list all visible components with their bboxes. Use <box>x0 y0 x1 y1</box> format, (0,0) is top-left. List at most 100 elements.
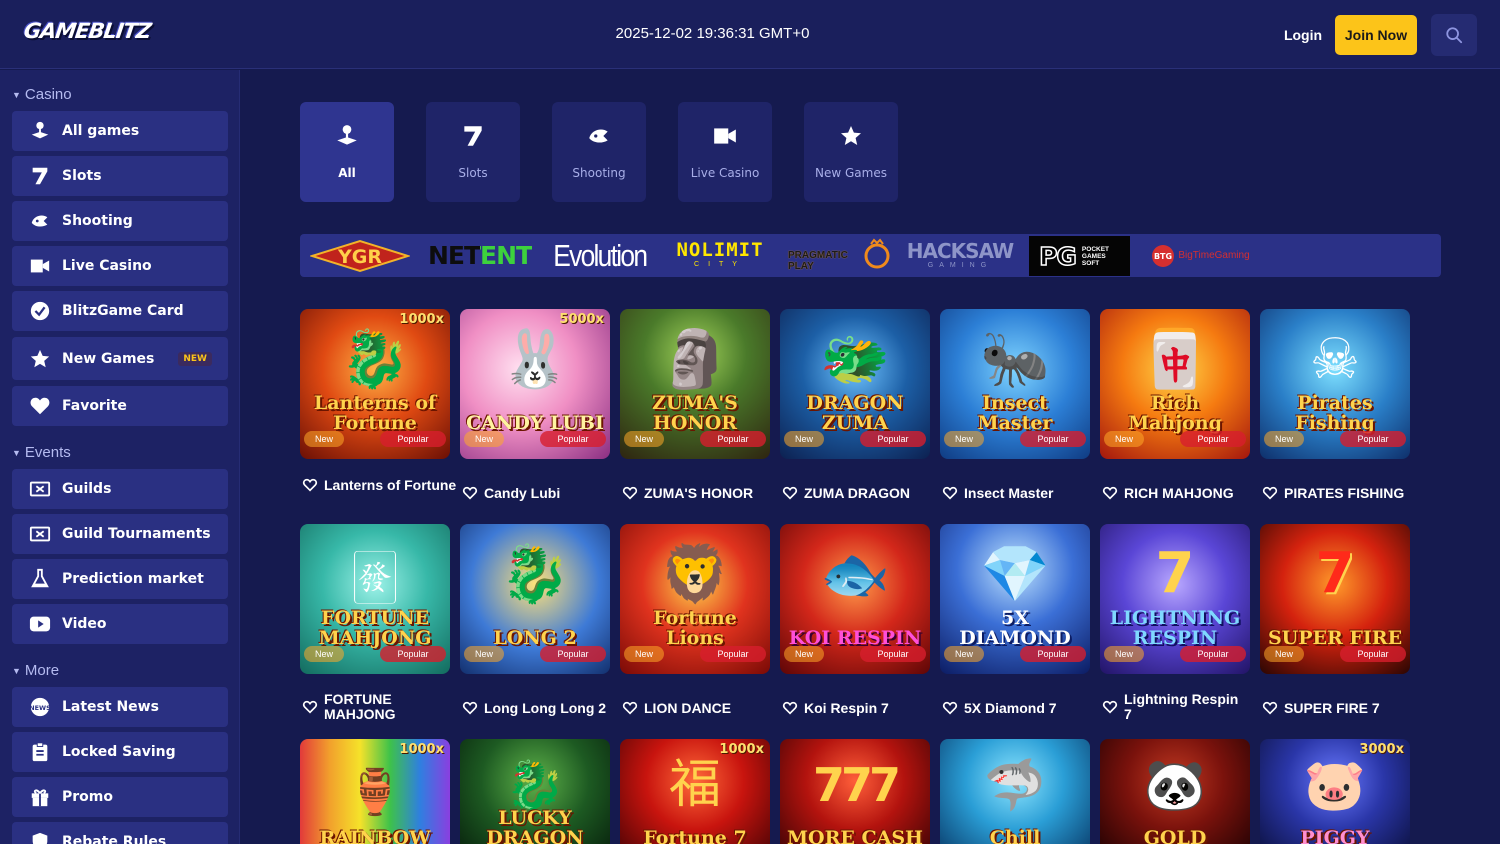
joystick-icon <box>333 122 361 150</box>
gift-icon <box>28 785 52 809</box>
favorite-heart-icon[interactable] <box>622 700 638 716</box>
game-name-super-fire-7: SUPER FIRE 7 <box>1262 700 1417 716</box>
sidebar-item-locked-saving[interactable]: Locked Saving <box>12 732 228 772</box>
lucky-seven-art: 7 <box>1155 541 1195 606</box>
game-thumb-more-cash[interactable]: 777 MORE CASH <box>780 739 930 844</box>
game-thumb-chill[interactable]: 🦈 Chill <box>940 739 1090 844</box>
triple-seven-art: 777 <box>812 758 901 812</box>
provider-evolution[interactable]: Evolution <box>548 238 652 273</box>
provider-pg-soft[interactable]: PG POCKET GAMES SOFT <box>1029 236 1130 276</box>
ygr-logo: YGR <box>310 239 410 272</box>
game-name-koi-respin-7: Koi Respin 7 <box>782 700 937 716</box>
favorite-heart-icon[interactable] <box>1262 485 1278 501</box>
game-name-lightning-respin-7: Lightning Respin 7 <box>1102 692 1257 722</box>
section-casino[interactable]: ▼ Casino <box>12 86 72 103</box>
game-thumb-gold-panda[interactable]: 🐼 GOLD <box>1100 739 1250 844</box>
play-icon <box>28 612 52 636</box>
favorite-heart-icon[interactable] <box>302 699 318 715</box>
tab-slots[interactable]: Slots <box>426 102 520 202</box>
sidebar-item-favorite[interactable]: Favorite <box>12 386 228 426</box>
star-icon <box>837 122 865 150</box>
search-button[interactable] <box>1431 14 1477 56</box>
ticket-icon <box>28 477 52 501</box>
game-thumb-koi-respin-7[interactable]: 🐟 KOI RESPIN New Popular <box>780 524 930 674</box>
sidebar-item-rebate-rules[interactable]: Rebate Rules <box>12 822 228 844</box>
favorite-heart-icon[interactable] <box>782 485 798 501</box>
favorite-heart-icon[interactable] <box>462 700 478 716</box>
join-now-button[interactable]: Join Now <box>1335 15 1417 55</box>
section-events[interactable]: ▼ Events <box>12 444 71 461</box>
provider-ygr[interactable]: YGR <box>310 238 410 273</box>
svg-text:BTG: BTG <box>1154 252 1172 261</box>
provider-nolimit-city[interactable]: NOLIMIT CITY <box>670 238 770 273</box>
favorite-heart-icon[interactable] <box>302 477 318 493</box>
favorite-heart-icon[interactable] <box>462 485 478 501</box>
caret-down-icon: ▼ <box>12 89 21 100</box>
sidebar-item-all-games[interactable]: All games <box>12 111 228 151</box>
provider-hacksaw[interactable]: HACKSAW GAMING <box>907 238 1014 273</box>
game-thumb-lanterns-of-fortune[interactable]: 🐉 1000x Lanterns of Fortune New Popular <box>300 309 450 459</box>
game-thumb-rich-mahjong[interactable]: 🀄 Rich Mahjong New Popular <box>1100 309 1250 459</box>
tab-live-casino[interactable]: Live Casino <box>678 102 772 202</box>
sidebar-item-promo[interactable]: Promo <box>12 777 228 817</box>
game-thumb-zuma-dragon[interactable]: 🐲 DRAGON ZUMA New Popular <box>780 309 930 459</box>
pirate-skull-art: ☠ <box>1309 327 1361 390</box>
favorite-heart-icon[interactable] <box>942 700 958 716</box>
bunny-art: 🐰 <box>500 327 570 390</box>
game-thumb-zumas-honor[interactable]: 🗿 ZUMA'S HONOR New Popular <box>620 309 770 459</box>
sidebar-item-live-casino[interactable]: Live Casino <box>12 246 228 286</box>
login-button[interactable]: Login <box>1276 22 1330 48</box>
tab-shooting[interactable]: Shooting <box>552 102 646 202</box>
fu-character-art: 福 <box>668 755 721 815</box>
fish-icon <box>28 209 52 233</box>
favorite-heart-icon[interactable] <box>1102 485 1118 501</box>
caret-down-icon: ▼ <box>12 665 21 676</box>
game-thumb-lion-dance[interactable]: 🦁 Fortune Lions New Popular <box>620 524 770 674</box>
tab-all[interactable]: All <box>300 102 394 202</box>
svg-text:NEWS: NEWS <box>29 704 51 712</box>
game-thumb-pirates-fishing[interactable]: ☠ Pirates Fishing New Popular <box>1260 309 1410 459</box>
provider-pragmatic-play[interactable]: PRAGMATIC PLAY <box>788 238 893 273</box>
game-thumb-lightning-respin-7[interactable]: 7 LIGHTNING RESPIN New Popular <box>1100 524 1250 674</box>
favorite-heart-icon[interactable] <box>622 485 638 501</box>
mahjong-tile-art: 🀄 <box>1140 327 1210 390</box>
favorite-heart-icon[interactable] <box>1102 699 1118 715</box>
shield-icon <box>28 830 52 844</box>
game-thumb-5x-diamond-7[interactable]: 💎 5X DIAMOND New Popular <box>940 524 1090 674</box>
sidebar-item-new-games[interactable]: New Games NEW <box>12 337 228 380</box>
game-thumb-piggy[interactable]: 🐷 3000x PIGGY <box>1260 739 1410 844</box>
game-thumb-fortune-7[interactable]: 福 1000x Fortune 7 <box>620 739 770 844</box>
new-badge: NEW <box>178 351 212 366</box>
game-thumb-fortune-mahjong[interactable]: 🀅 FORTUNE MAHJONG New Popular <box>300 524 450 674</box>
favorite-heart-icon[interactable] <box>782 700 798 716</box>
provider-big-time-gaming[interactable]: BTG BigTimeGaming <box>1150 238 1250 273</box>
sidebar-item-shooting[interactable]: Shooting <box>12 201 228 241</box>
section-more[interactable]: ▼ More <box>12 662 59 679</box>
game-name-zumas-honor: ZUMA'S HONOR <box>622 485 777 501</box>
sidebar-item-slots[interactable]: Slots <box>12 156 228 196</box>
favorite-heart-icon[interactable] <box>942 485 958 501</box>
favorite-heart-icon[interactable] <box>1262 700 1278 716</box>
sidebar-item-prediction-market[interactable]: Prediction market <box>12 559 228 599</box>
blue-dragon-art: 🐲 <box>820 327 890 390</box>
sidebar-item-guilds[interactable]: Guilds <box>12 469 228 509</box>
game-thumb-long-long-long-2[interactable]: 🐉 LONG 2 New Popular <box>460 524 610 674</box>
sidebar-item-blitzgame-card[interactable]: BlitzGame Card <box>12 291 228 331</box>
svg-text:YGR: YGR <box>337 246 382 268</box>
game-thumb-rainbow-7[interactable]: 🏺 1000x RAINBOW <box>300 739 450 844</box>
game-thumb-super-fire-7[interactable]: 7 SUPER FIRE New Popular <box>1260 524 1410 674</box>
game-name-candy-lubi: Candy Lubi <box>462 485 617 501</box>
sidebar-item-guild-tournaments[interactable]: Guild Tournaments <box>12 514 228 554</box>
game-thumb-lucky-dragon[interactable]: 🐉 LUCKY DRAGON <box>460 739 610 844</box>
tab-new-games[interactable]: New Games <box>804 102 898 202</box>
game-name-zuma-dragon: ZUMA DRAGON <box>782 485 937 501</box>
game-thumb-candy-lubi[interactable]: 🐰 5000x CANDY LUBI New Popular <box>460 309 610 459</box>
news-icon: NEWS <box>28 695 52 719</box>
video-camera-icon <box>711 122 739 150</box>
sidebar-item-latest-news[interactable]: NEWS Latest News <box>12 687 228 727</box>
hacksaw-logo: HACKSAW <box>906 239 1014 263</box>
sidebar: ▼ Casino All games Slots Shooting Live Ca… <box>0 70 240 844</box>
game-thumb-insect-master[interactable]: 🐜 Insect Master New Popular <box>940 309 1090 459</box>
provider-netent[interactable]: NETENT <box>428 238 533 273</box>
sidebar-item-video[interactable]: Video <box>12 604 228 644</box>
